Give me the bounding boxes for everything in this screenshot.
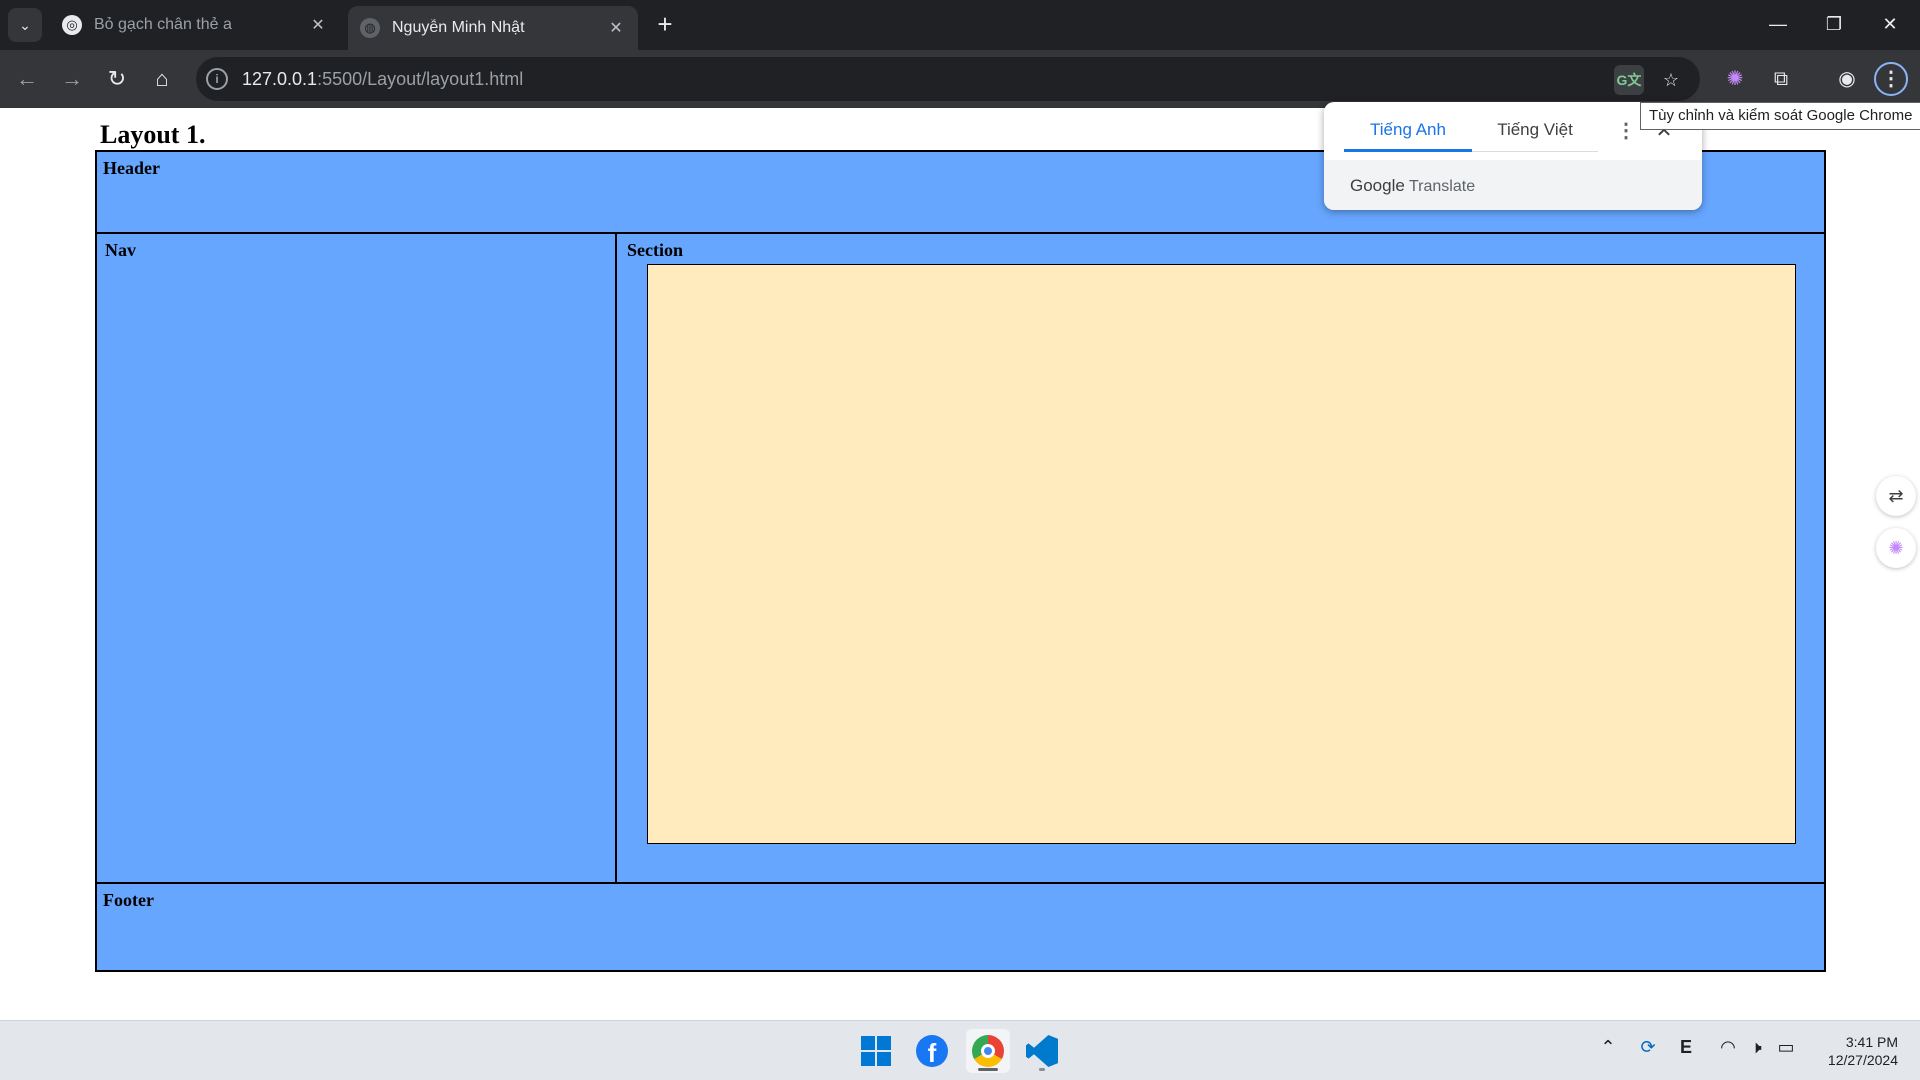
nav-label: Nav: [105, 240, 136, 260]
bookmark-star-icon[interactable]: ☆: [1656, 65, 1686, 95]
new-tab-button[interactable]: +: [650, 10, 680, 40]
input-language-indicator[interactable]: E: [1672, 1037, 1700, 1058]
header-label: Header: [103, 158, 160, 178]
tab-title: Bỏ gạch chân thẻ a: [94, 16, 232, 33]
extensions-puzzle-icon[interactable]: ⧉: [1764, 62, 1798, 96]
tab-search-chevron-icon[interactable]: ⌄: [8, 8, 42, 42]
menu-tooltip: Tùy chỉnh và kiểm soát Google Chrome: [1640, 102, 1920, 130]
url-text[interactable]: 127.0.0.1:5500/Layout/layout1.html: [242, 69, 523, 90]
battery-icon[interactable]: ▭: [1772, 1037, 1800, 1058]
footer-label: Footer: [103, 890, 154, 910]
section-content-area: [647, 264, 1796, 844]
page-title: Layout 1.: [100, 120, 206, 149]
windows-logo-icon: [861, 1036, 891, 1066]
vscode-app[interactable]: [1020, 1029, 1064, 1073]
clock[interactable]: 3:41 PM 12/27/2024: [1808, 1033, 1898, 1069]
section-label: Section: [627, 240, 683, 260]
tab-strip: ⌄ ◎ Bỏ gạch chân thẻ a ✕ ◍ Nguyễn Minh N…: [0, 0, 1920, 50]
tab-close-icon[interactable]: ✕: [308, 15, 328, 35]
chevron-up-icon[interactable]: ⌃: [1594, 1037, 1622, 1058]
date-text: 12/27/2024: [1827, 1052, 1898, 1068]
footer-region: Footer: [97, 882, 1824, 970]
page-content: Layout 1. Header Nav Section Footer: [0, 108, 1920, 1020]
google-translate-brand: Google Translate: [1350, 176, 1476, 195]
address-bar[interactable]: i 127.0.0.1:5500/Layout/layout1.html G文 …: [196, 57, 1700, 101]
browser-toolbar: ← → ↻ ⌂ i 127.0.0.1:5500/Layout/layout1.…: [0, 50, 1920, 108]
tab-vietnamese[interactable]: Tiếng Việt: [1472, 120, 1598, 152]
facebook-icon: f: [916, 1035, 948, 1068]
reload-icon[interactable]: ↻: [100, 62, 134, 96]
openai-favicon-icon: ◎: [62, 15, 82, 35]
home-icon[interactable]: ⌂: [145, 62, 179, 96]
back-arrow-icon[interactable]: ←: [10, 62, 44, 96]
chrome-menu-button[interactable]: ⋮: [1874, 62, 1908, 96]
tab-title: Nguyễn Minh Nhật: [392, 19, 525, 36]
tab-1[interactable]: ◎ Bỏ gạch chân thẻ a ✕: [50, 6, 340, 44]
tab-close-icon[interactable]: ✕: [606, 18, 626, 38]
more-options-icon[interactable]: ⋮: [1614, 118, 1638, 146]
chrome-icon: [972, 1035, 1004, 1067]
time-text: 3:41 PM: [1845, 1034, 1898, 1050]
vscode-icon: [1026, 1035, 1058, 1067]
running-indicator: [1039, 1068, 1045, 1071]
taskbar: f ⌃ ⟳ E ◠ 🕨 ▭ 3:41 PM 12/27/2024: [0, 1020, 1920, 1080]
active-indicator: [978, 1068, 998, 1071]
brain-extension-icon[interactable]: ✺: [1718, 62, 1752, 96]
chrome-app[interactable]: [966, 1029, 1010, 1073]
facebook-app[interactable]: f: [910, 1029, 954, 1073]
volume-muted-icon[interactable]: 🕨: [1742, 1037, 1770, 1058]
windows-start-button[interactable]: [854, 1029, 898, 1073]
globe-favicon-icon: ◍: [360, 18, 380, 38]
tab-english[interactable]: Tiếng Anh: [1344, 120, 1472, 152]
sync-icon[interactable]: ⟳: [1634, 1037, 1662, 1058]
tab-2-active[interactable]: ◍ Nguyễn Minh Nhật ✕: [348, 6, 638, 50]
close-window-button[interactable]: ✕: [1862, 0, 1918, 50]
translate-icon[interactable]: G文: [1614, 65, 1644, 95]
maximize-button[interactable]: ❐: [1806, 0, 1862, 50]
minimize-button[interactable]: —: [1750, 0, 1806, 50]
layout-container: Header Nav Section Footer: [95, 150, 1826, 972]
wifi-icon[interactable]: ◠: [1714, 1037, 1742, 1058]
forward-arrow-icon[interactable]: →: [55, 62, 89, 96]
nav-region: Nav: [97, 234, 617, 882]
brain-side-icon[interactable]: ✺: [1876, 528, 1916, 568]
section-region: Section: [617, 234, 1824, 882]
site-info-icon[interactable]: i: [206, 68, 228, 90]
translate-side-icon[interactable]: ⇄: [1876, 476, 1916, 516]
popup-footer: Google Translate: [1324, 160, 1702, 210]
profile-avatar-icon[interactable]: ◉: [1830, 62, 1864, 96]
